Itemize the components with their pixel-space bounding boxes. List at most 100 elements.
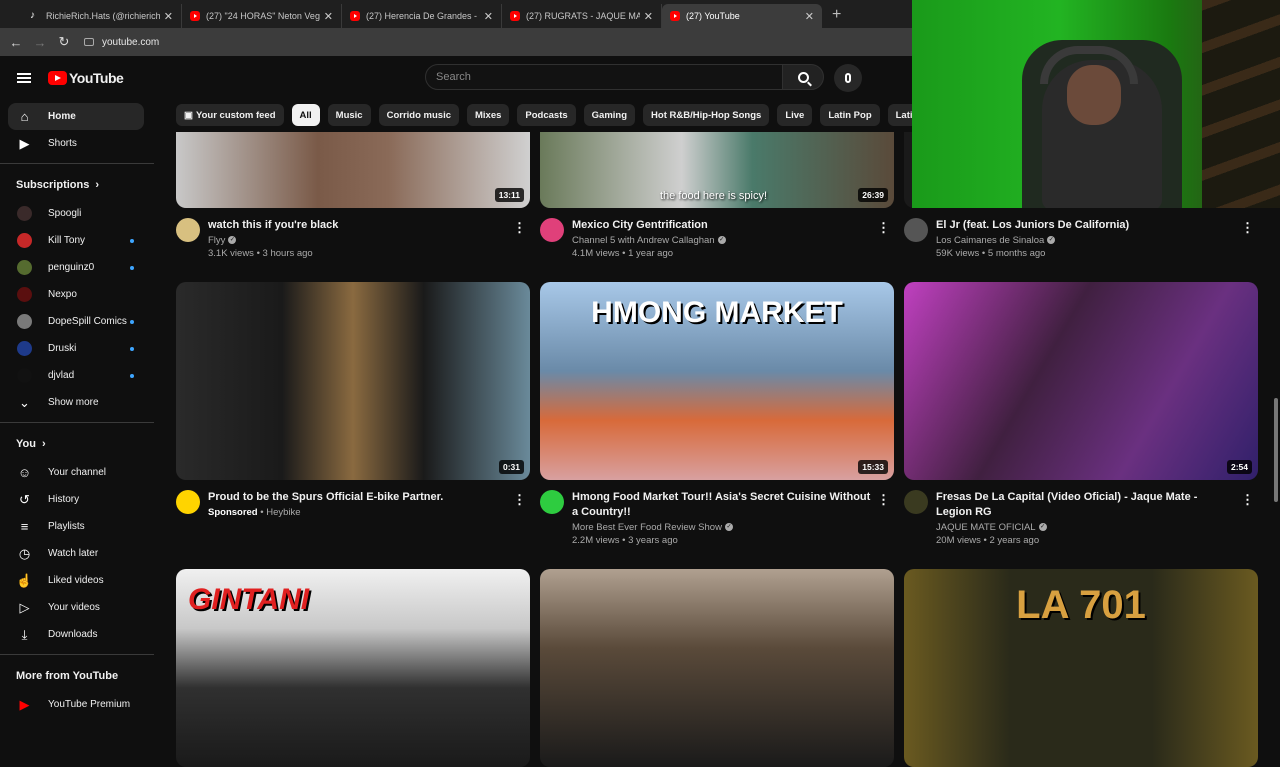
- channel-name[interactable]: Los Caimanes de Sinaloa: [936, 235, 1044, 246]
- more-actions-icon[interactable]: ⋮: [1241, 492, 1254, 508]
- filter-chip[interactable]: Corrido music: [378, 104, 459, 126]
- chip-label: Mixes: [475, 109, 502, 121]
- page-scrollbar[interactable]: [1274, 398, 1278, 502]
- streamer-webcam-overlay: [912, 0, 1280, 208]
- channel-avatar[interactable]: [176, 490, 200, 514]
- video-card[interactable]: [540, 569, 894, 767]
- video-thumbnail[interactable]: 2:54: [904, 282, 1258, 480]
- video-stats: 3.1K views • 3 hours ago: [208, 248, 313, 259]
- search-icon: [797, 71, 809, 83]
- thumbnail-text: LA 701: [1016, 583, 1146, 627]
- video-card[interactable]: HMONG MARKET 15:33 Hmong Food Market Tour!…: [540, 282, 894, 546]
- channel-avatar[interactable]: [176, 218, 200, 242]
- video-text: watch this if you're black Flyy ✓ 3.1K view…: [208, 218, 508, 259]
- search-button[interactable]: [782, 64, 824, 90]
- menu-icon[interactable]: [17, 73, 31, 83]
- filter-chip[interactable]: Latin Pop: [820, 104, 880, 126]
- filter-chip[interactable]: ▣ Your custom feed: [176, 104, 284, 126]
- search-input[interactable]: Search: [425, 64, 783, 90]
- sponsored-label: Sponsored: [208, 507, 258, 518]
- video-meta: watch this if you're black Flyy ✓ 3.1K view…: [176, 218, 530, 259]
- more-actions-icon[interactable]: ⋮: [877, 220, 890, 236]
- channel-name-row: Flyy ✓: [208, 235, 508, 246]
- video-stats: 2.2M views • 3 years ago: [572, 535, 678, 546]
- filter-chip[interactable]: Latin Hip Ho: [887, 104, 912, 126]
- video-meta: Fresas De La Capital (Video Oficial) - J…: [904, 490, 1258, 546]
- video-duration: 13:11: [494, 188, 524, 202]
- video-meta: El Jr (feat. Los Juniors De California) L…: [904, 218, 1258, 259]
- video-thumbnail[interactable]: LA 701: [904, 569, 1258, 767]
- channel-name[interactable]: Heybike: [266, 507, 300, 518]
- channel-name-row: JAQUE MATE OFICIAL ✓: [936, 522, 1236, 533]
- video-stats: 20M views • 2 years ago: [936, 535, 1040, 546]
- verified-check-icon: ✓: [228, 236, 237, 245]
- custom-feed-icon: ▣: [184, 109, 193, 121]
- video-meta: Hmong Food Market Tour!! Asia's Secret C…: [540, 490, 894, 546]
- video-text: Fresas De La Capital (Video Oficial) - J…: [936, 490, 1236, 546]
- chip-label: Music: [335, 109, 363, 121]
- channel-name[interactable]: Channel 5 with Andrew Callaghan: [572, 235, 715, 246]
- video-card[interactable]: LA 701: [904, 569, 1258, 767]
- chip-label: All: [299, 109, 312, 121]
- filter-chip[interactable]: All: [291, 104, 320, 126]
- video-card[interactable]: GINTANI: [176, 569, 530, 767]
- verified-check-icon: ✓: [717, 236, 726, 245]
- channel-avatar[interactable]: [904, 218, 928, 242]
- youtube-play-icon: [48, 71, 67, 85]
- channel-name-row: Sponsored • Heybike: [208, 507, 508, 518]
- video-thumbnail[interactable]: [540, 569, 894, 767]
- filter-chips-bar: ▣ Your custom feed All Music Corrido music M…: [176, 100, 912, 130]
- video-thumbnail[interactable]: GINTANI: [176, 569, 530, 767]
- video-meta: Mexico City Gentrification Channel 5 with…: [540, 218, 894, 259]
- microphone-icon: [845, 73, 851, 83]
- separator-dot: •: [257, 507, 267, 518]
- youtube-logo[interactable]: YouTube: [48, 70, 124, 86]
- video-duration: 0:31: [498, 460, 524, 474]
- filter-chip[interactable]: Podcasts: [517, 104, 576, 126]
- chip-label: Latin Pop: [828, 109, 872, 121]
- more-actions-icon[interactable]: ⋮: [877, 492, 890, 508]
- chip-label: Live: [785, 109, 805, 121]
- video-card[interactable]: 2:54 Fresas De La Capital (Video Oficial)…: [904, 282, 1258, 546]
- thumbnail-text: GINTANI: [188, 583, 310, 616]
- filter-chip[interactable]: Mixes: [467, 104, 510, 126]
- verified-check-icon: ✓: [1047, 236, 1056, 245]
- chip-label: Latin Hip Ho: [895, 109, 912, 121]
- channel-name[interactable]: Flyy: [208, 235, 225, 246]
- video-text: El Jr (feat. Los Juniors De California) L…: [936, 218, 1236, 259]
- video-stats: 4.1M views • 1 year ago: [572, 248, 674, 259]
- video-meta: Proud to be the Spurs Official E-bike Pa…: [176, 490, 530, 518]
- thumbnail-caption: the food here is spicy!: [660, 190, 768, 202]
- channel-avatar[interactable]: [540, 218, 564, 242]
- video-title[interactable]: watch this if you're black: [208, 218, 508, 233]
- voice-search-button[interactable]: [834, 64, 862, 92]
- video-thumbnail[interactable]: HMONG MARKET 15:33: [540, 282, 894, 480]
- channel-avatar[interactable]: [540, 490, 564, 514]
- video-title[interactable]: Fresas De La Capital (Video Oficial) - J…: [936, 490, 1236, 520]
- verified-check-icon: ✓: [1038, 523, 1047, 532]
- filter-chip[interactable]: Gaming: [583, 104, 636, 126]
- chip-label: Your custom feed: [195, 109, 276, 121]
- channel-name[interactable]: More Best Ever Food Review Show: [572, 522, 722, 533]
- video-title[interactable]: El Jr (feat. Los Juniors De California): [936, 218, 1236, 233]
- video-title[interactable]: Hmong Food Market Tour!! Asia's Secret C…: [572, 490, 872, 520]
- thumbnail-text: HMONG MARKET: [591, 296, 843, 329]
- video-stats: 59K views • 5 months ago: [936, 248, 1046, 259]
- video-thumbnail[interactable]: 0:31: [176, 282, 530, 480]
- video-card[interactable]: 0:31 Proud to be the Spurs Official E-bik…: [176, 282, 530, 518]
- channel-name[interactable]: JAQUE MATE OFICIAL: [936, 522, 1036, 533]
- video-title[interactable]: Proud to be the Spurs Official E-bike Pa…: [208, 490, 508, 505]
- channel-name-row: Channel 5 with Andrew Callaghan ✓: [572, 235, 872, 246]
- filter-chip[interactable]: Live: [777, 104, 813, 126]
- channel-avatar[interactable]: [904, 490, 928, 514]
- video-duration: 26:39: [858, 188, 888, 202]
- more-actions-icon[interactable]: ⋮: [1241, 220, 1254, 236]
- video-text: Mexico City Gentrification Channel 5 with…: [572, 218, 872, 259]
- filter-chip[interactable]: Music: [327, 104, 371, 126]
- channel-name-row: Los Caimanes de Sinaloa ✓: [936, 235, 1236, 246]
- logo-text: YouTube: [69, 70, 124, 86]
- more-actions-icon[interactable]: ⋮: [513, 492, 526, 508]
- video-title[interactable]: Mexico City Gentrification: [572, 218, 872, 233]
- more-actions-icon[interactable]: ⋮: [513, 220, 526, 236]
- filter-chip[interactable]: Hot R&B/Hip-Hop Songs: [643, 104, 770, 126]
